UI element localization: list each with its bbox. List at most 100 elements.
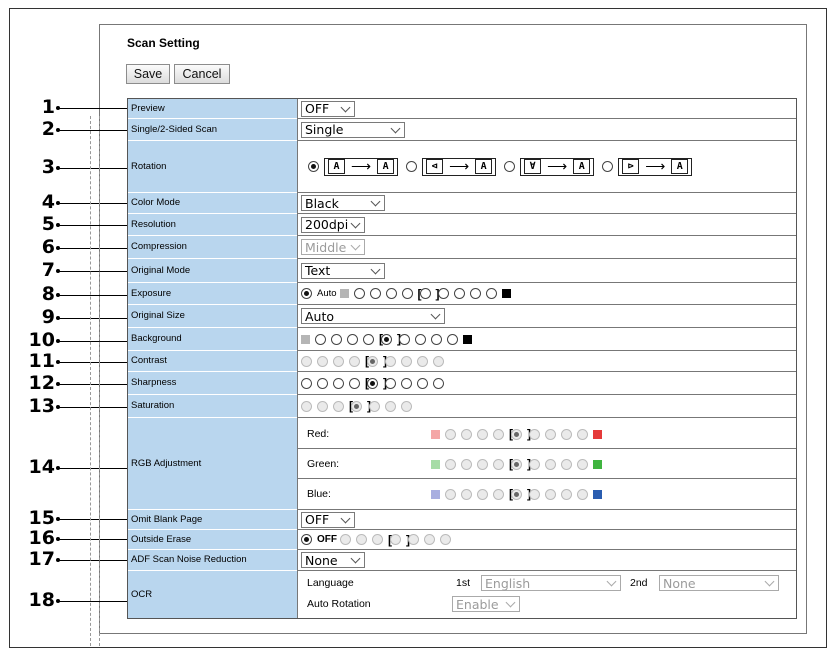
- scale-radio[interactable]: [301, 355, 312, 367]
- scale-radio[interactable]: [333, 377, 344, 389]
- default-radio[interactable]: [511, 458, 522, 470]
- default-radio[interactable]: [381, 333, 392, 345]
- default-radio[interactable]: [351, 400, 362, 412]
- scale-radio[interactable]: [561, 458, 572, 470]
- rotation-radio[interactable]: [406, 161, 418, 172]
- scale-radio[interactable]: [433, 355, 444, 367]
- default-radio[interactable]: [511, 428, 522, 440]
- scale-radio[interactable]: [485, 288, 497, 299]
- scale-radio[interactable]: [561, 488, 572, 500]
- scale-radio[interactable]: [385, 377, 396, 389]
- scale-radio[interactable]: [333, 355, 344, 367]
- default-radio[interactable]: [367, 355, 378, 367]
- default-radio[interactable]: [367, 377, 378, 389]
- scale-radio[interactable]: [545, 458, 556, 470]
- scale-radio[interactable]: [349, 377, 360, 389]
- scale-radio[interactable]: [445, 458, 456, 470]
- scale-radio[interactable]: [372, 534, 383, 545]
- scale-radio[interactable]: [461, 458, 472, 470]
- resolution-select[interactable]: 200dpi: [301, 216, 365, 233]
- scale-radio[interactable]: [340, 534, 351, 545]
- default-radio[interactable]: [390, 534, 401, 545]
- scale-radio[interactable]: [545, 428, 556, 440]
- scale-radio[interactable]: [301, 400, 312, 412]
- adf-noise-select[interactable]: None: [301, 552, 365, 568]
- scale-radio[interactable]: [431, 333, 442, 345]
- scale-radio[interactable]: [477, 428, 488, 440]
- scale-radio[interactable]: [399, 333, 410, 345]
- scale-radio[interactable]: [369, 400, 380, 412]
- rotation-radio[interactable]: [602, 161, 614, 172]
- color-mode-select[interactable]: Black: [301, 195, 385, 211]
- outside-erase-off-radio[interactable]: [301, 534, 312, 545]
- scale-radio[interactable]: [415, 333, 426, 345]
- scale-radio[interactable]: [561, 428, 572, 440]
- scale-radio[interactable]: [408, 534, 419, 545]
- scale-radio[interactable]: [577, 458, 588, 470]
- scale-radio[interactable]: [347, 333, 358, 345]
- ocr-first-language-select[interactable]: English: [481, 575, 621, 591]
- scale-radio[interactable]: [317, 355, 328, 367]
- scale-radio[interactable]: [356, 534, 367, 545]
- default-radio[interactable]: [419, 288, 431, 299]
- scale-radio[interactable]: [529, 428, 540, 440]
- exposure-auto-radio[interactable]: [301, 288, 312, 299]
- scale-radio[interactable]: [461, 428, 472, 440]
- rotation-option-2[interactable]: ⊲ ⟶ A: [422, 157, 497, 176]
- scale-radio[interactable]: [317, 400, 328, 412]
- scale-radio[interactable]: [529, 488, 540, 500]
- rotation-option-3[interactable]: ∀ ⟶ A: [520, 157, 595, 176]
- save-button[interactable]: Save: [126, 64, 170, 84]
- original-mode-select[interactable]: Text: [301, 262, 385, 279]
- scale-radio[interactable]: [437, 288, 449, 299]
- scale-radio[interactable]: [433, 377, 444, 389]
- omit-blank-select[interactable]: OFF: [301, 511, 355, 528]
- scale-radio[interactable]: [369, 288, 381, 299]
- scale-radio[interactable]: [401, 377, 412, 389]
- scale-radio[interactable]: [577, 428, 588, 440]
- compression-select[interactable]: Middle: [301, 239, 365, 255]
- rotation-radio[interactable]: [308, 161, 319, 172]
- scale-radio[interactable]: [529, 458, 540, 470]
- scale-radio[interactable]: [331, 333, 342, 345]
- scale-radio[interactable]: [363, 333, 374, 345]
- scale-radio[interactable]: [315, 333, 326, 345]
- scale-radio[interactable]: [493, 488, 504, 500]
- scale-radio[interactable]: [385, 400, 396, 412]
- scale-radio[interactable]: [401, 400, 412, 412]
- scale-radio[interactable]: [401, 288, 413, 299]
- rotation-radio[interactable]: [504, 161, 516, 172]
- ocr-auto-rotation-select[interactable]: Enable: [452, 596, 520, 612]
- scale-radio[interactable]: [545, 488, 556, 500]
- scale-radio[interactable]: [477, 458, 488, 470]
- original-size-select[interactable]: Auto: [301, 308, 445, 324]
- default-radio[interactable]: [511, 488, 522, 500]
- scale-radio[interactable]: [577, 488, 588, 500]
- scale-radio[interactable]: [417, 377, 428, 389]
- scale-radio[interactable]: [445, 488, 456, 500]
- scale-radio[interactable]: [493, 428, 504, 440]
- scale-radio[interactable]: [461, 488, 472, 500]
- scale-radio[interactable]: [353, 288, 365, 299]
- duplex-select[interactable]: Single: [301, 121, 405, 138]
- scale-radio[interactable]: [401, 355, 412, 367]
- scale-radio[interactable]: [493, 458, 504, 470]
- scale-radio[interactable]: [424, 534, 435, 545]
- scale-radio[interactable]: [417, 355, 428, 367]
- scale-radio[interactable]: [447, 333, 458, 345]
- rotation-option-1[interactable]: A ⟶ A: [324, 157, 399, 176]
- scale-radio[interactable]: [301, 377, 312, 389]
- scale-radio[interactable]: [469, 288, 481, 299]
- preview-select[interactable]: OFF: [301, 100, 355, 117]
- scale-radio[interactable]: [385, 355, 396, 367]
- scale-radio[interactable]: [317, 377, 328, 389]
- scale-radio[interactable]: [477, 488, 488, 500]
- scale-radio[interactable]: [385, 288, 397, 299]
- ocr-second-language-select[interactable]: None: [659, 575, 779, 591]
- scale-radio[interactable]: [445, 428, 456, 440]
- scale-radio[interactable]: [440, 534, 451, 545]
- rotation-option-4[interactable]: ⊳ ⟶ A: [618, 157, 693, 176]
- scale-radio[interactable]: [349, 355, 360, 367]
- cancel-button[interactable]: Cancel: [174, 64, 230, 84]
- scale-radio[interactable]: [453, 288, 465, 299]
